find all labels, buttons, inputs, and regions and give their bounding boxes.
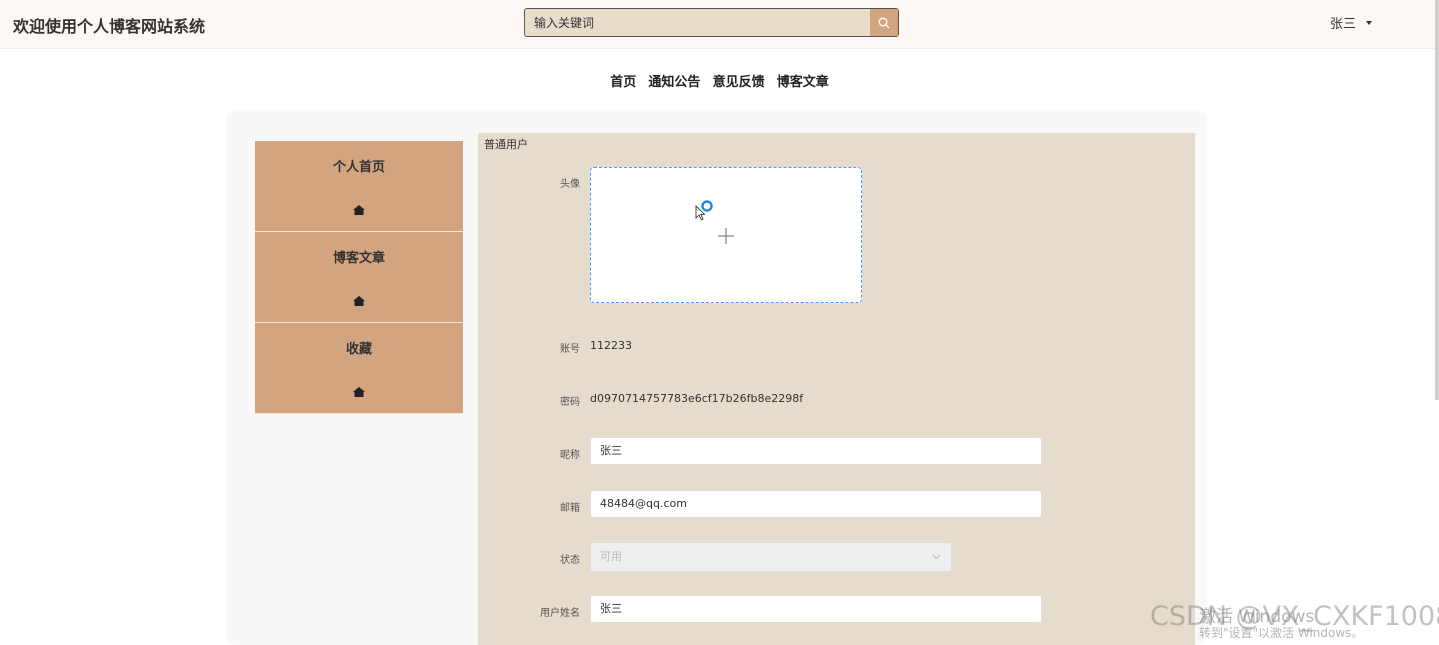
search-button[interactable]: [870, 9, 898, 36]
sidebar: 个人首页 博客文章 收藏: [255, 141, 463, 414]
avatar-upload[interactable]: [590, 167, 862, 303]
scrollbar[interactable]: [1435, 0, 1439, 400]
nav-notice[interactable]: 通知公告: [648, 75, 700, 90]
sidebar-item-label: 收藏: [345, 342, 372, 357]
nav-blog[interactable]: 博客文章: [777, 75, 829, 90]
home-icon: [353, 205, 365, 215]
search-box: [524, 8, 899, 37]
sidebar-item-favorites[interactable]: 收藏: [255, 323, 463, 414]
nav-feedback[interactable]: 意见反馈: [713, 75, 765, 90]
search-icon: [878, 17, 890, 28]
search-input[interactable]: [525, 9, 871, 36]
account-label: 账号: [560, 344, 580, 355]
password-label: 密码: [560, 397, 580, 408]
nickname-label: 昵称: [560, 450, 580, 461]
main-nav: 首页 通知公告 意见反馈 博客文章: [0, 71, 1439, 90]
password-value: d0970714757783e6cf17b26fb8e2298f: [590, 392, 804, 405]
sidebar-item-label: 博客文章: [332, 251, 385, 266]
status-select[interactable]: 可用: [590, 542, 952, 572]
site-title: 欢迎使用个人博客网站系统: [13, 17, 206, 36]
csdn-watermark: CSDN @VX_CXKF10088: [1150, 601, 1439, 632]
home-icon: [353, 387, 365, 397]
home-icon: [353, 296, 365, 306]
avatar-label: 头像: [560, 179, 580, 190]
top-bar: 欢迎使用个人博客网站系统 张三: [0, 0, 1439, 49]
user-menu[interactable]: 张三: [1330, 13, 1373, 32]
cursor-icon: [695, 200, 713, 221]
plus-icon: [718, 228, 734, 244]
nickname-field[interactable]: 张三: [590, 437, 1042, 465]
role-label: 普通用户: [484, 138, 528, 151]
email-field[interactable]: 48484@qq.com: [590, 490, 1042, 518]
nav-home[interactable]: 首页: [610, 75, 636, 90]
sidebar-item-blog[interactable]: 博客文章: [255, 232, 463, 323]
email-label: 邮箱: [560, 503, 580, 514]
username-field[interactable]: 张三: [590, 595, 1042, 623]
sidebar-item-home[interactable]: 个人首页: [255, 141, 463, 232]
sidebar-item-label: 个人首页: [332, 160, 385, 175]
status-value: 可用: [600, 550, 622, 563]
profile-form: 普通用户 头像 账号 112233 密码 d0970714757783e6cf1…: [478, 133, 1195, 645]
account-value: 112233: [590, 339, 632, 352]
username-label: 用户姓名: [540, 608, 580, 619]
user-name: 张三: [1330, 17, 1357, 32]
caret-down-icon: [1366, 20, 1373, 25]
chevron-down-icon: [932, 554, 941, 560]
status-label: 状态: [560, 555, 580, 566]
